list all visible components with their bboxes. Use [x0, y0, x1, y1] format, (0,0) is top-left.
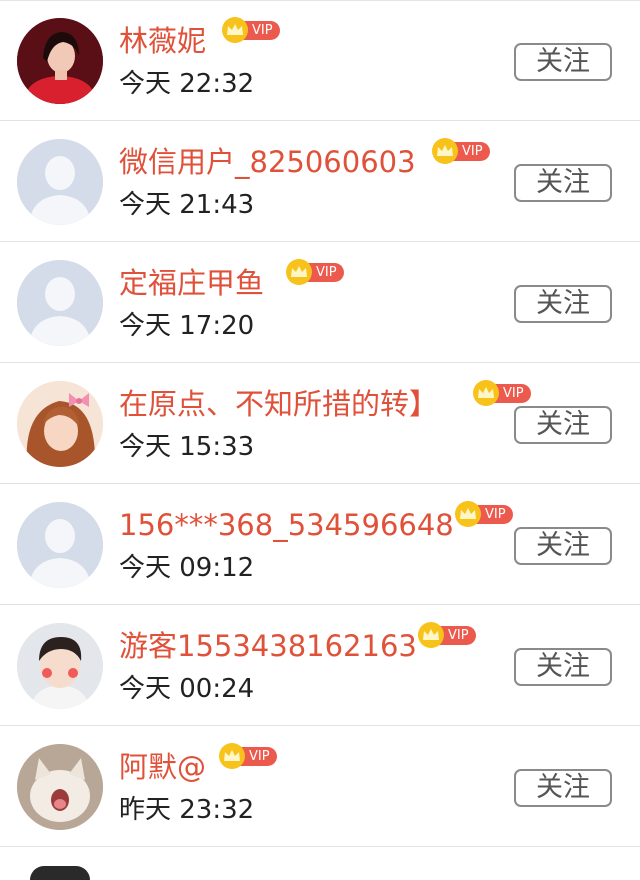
list-item[interactable]: 阿默@ VIP 昨天 23:32 关注 [0, 726, 640, 847]
crown-icon [432, 138, 458, 164]
list-item[interactable]: 在原点、不知所措的转】 VIP 今天 15:33 关注 [0, 363, 640, 484]
avatar-photo-girl [17, 381, 103, 467]
crown-icon [286, 259, 312, 285]
vip-badge: VIP [455, 500, 513, 528]
user-name[interactable]: 林薇妮 [119, 20, 206, 62]
timestamp: 今天 00:24 [119, 674, 255, 704]
follow-button[interactable]: 关注 [514, 769, 612, 807]
avatar-photo-boy [17, 623, 103, 709]
vip-badge: VIP [432, 137, 490, 165]
user-name[interactable]: 阿默@ [119, 746, 206, 788]
avatar[interactable] [17, 260, 103, 346]
crown-icon [418, 622, 444, 648]
default-person-icon [17, 502, 103, 588]
timestamp: 今天 21:43 [119, 190, 255, 220]
vip-badge: VIP [286, 258, 344, 286]
timestamp: 今天 17:20 [119, 311, 255, 341]
follow-button[interactable]: 关注 [514, 406, 612, 444]
timestamp: 今天 09:12 [119, 553, 255, 583]
avatar-photo-kitten [17, 744, 103, 830]
timestamp: 今天 22:32 [119, 69, 255, 99]
list-item[interactable]: 游客1553438162163 VIP 今天 00:24 关注 [0, 605, 640, 726]
avatar[interactable] [17, 18, 103, 104]
vip-badge: VIP [222, 16, 280, 44]
default-person-icon [17, 139, 103, 225]
crown-icon [455, 501, 481, 527]
timestamp: 昨天 23:32 [119, 795, 255, 825]
user-name[interactable]: 156***368_534596648 [119, 504, 454, 546]
avatar-photo-woman [17, 18, 103, 104]
user-name[interactable]: 定福庄甲鱼 [119, 262, 264, 304]
avatar[interactable] [17, 139, 103, 225]
list-item[interactable]: 156***368_534596648 VIP 今天 09:12 关注 [0, 484, 640, 605]
follow-button[interactable]: 关注 [514, 43, 612, 81]
follow-button[interactable]: 关注 [514, 164, 612, 202]
avatar[interactable] [30, 866, 90, 880]
follow-button[interactable]: 关注 [514, 285, 612, 323]
user-name[interactable]: 在原点、不知所措的转】 [119, 383, 438, 425]
vip-badge: VIP [473, 379, 531, 407]
follow-button[interactable]: 关注 [514, 527, 612, 565]
crown-icon [222, 17, 248, 43]
crown-icon [473, 380, 499, 406]
vip-badge: VIP [219, 742, 277, 770]
default-person-icon [17, 260, 103, 346]
user-name[interactable]: 游客1553438162163 [119, 625, 417, 667]
avatar[interactable] [17, 744, 103, 830]
avatar[interactable] [17, 502, 103, 588]
list-item[interactable]: 微信用户_825060603 VIP 今天 21:43 关注 [0, 121, 640, 242]
user-name[interactable]: 微信用户_825060603 [119, 141, 416, 183]
list-item[interactable]: 林薇妮 VIP 今天 22:32 关注 [0, 0, 640, 121]
timestamp: 今天 15:33 [119, 432, 255, 462]
follow-button[interactable]: 关注 [514, 648, 612, 686]
avatar[interactable] [17, 623, 103, 709]
crown-icon [219, 743, 245, 769]
list-item[interactable]: 定福庄甲鱼 VIP 今天 17:20 关注 [0, 242, 640, 363]
vip-badge: VIP [418, 621, 476, 649]
avatar[interactable] [17, 381, 103, 467]
